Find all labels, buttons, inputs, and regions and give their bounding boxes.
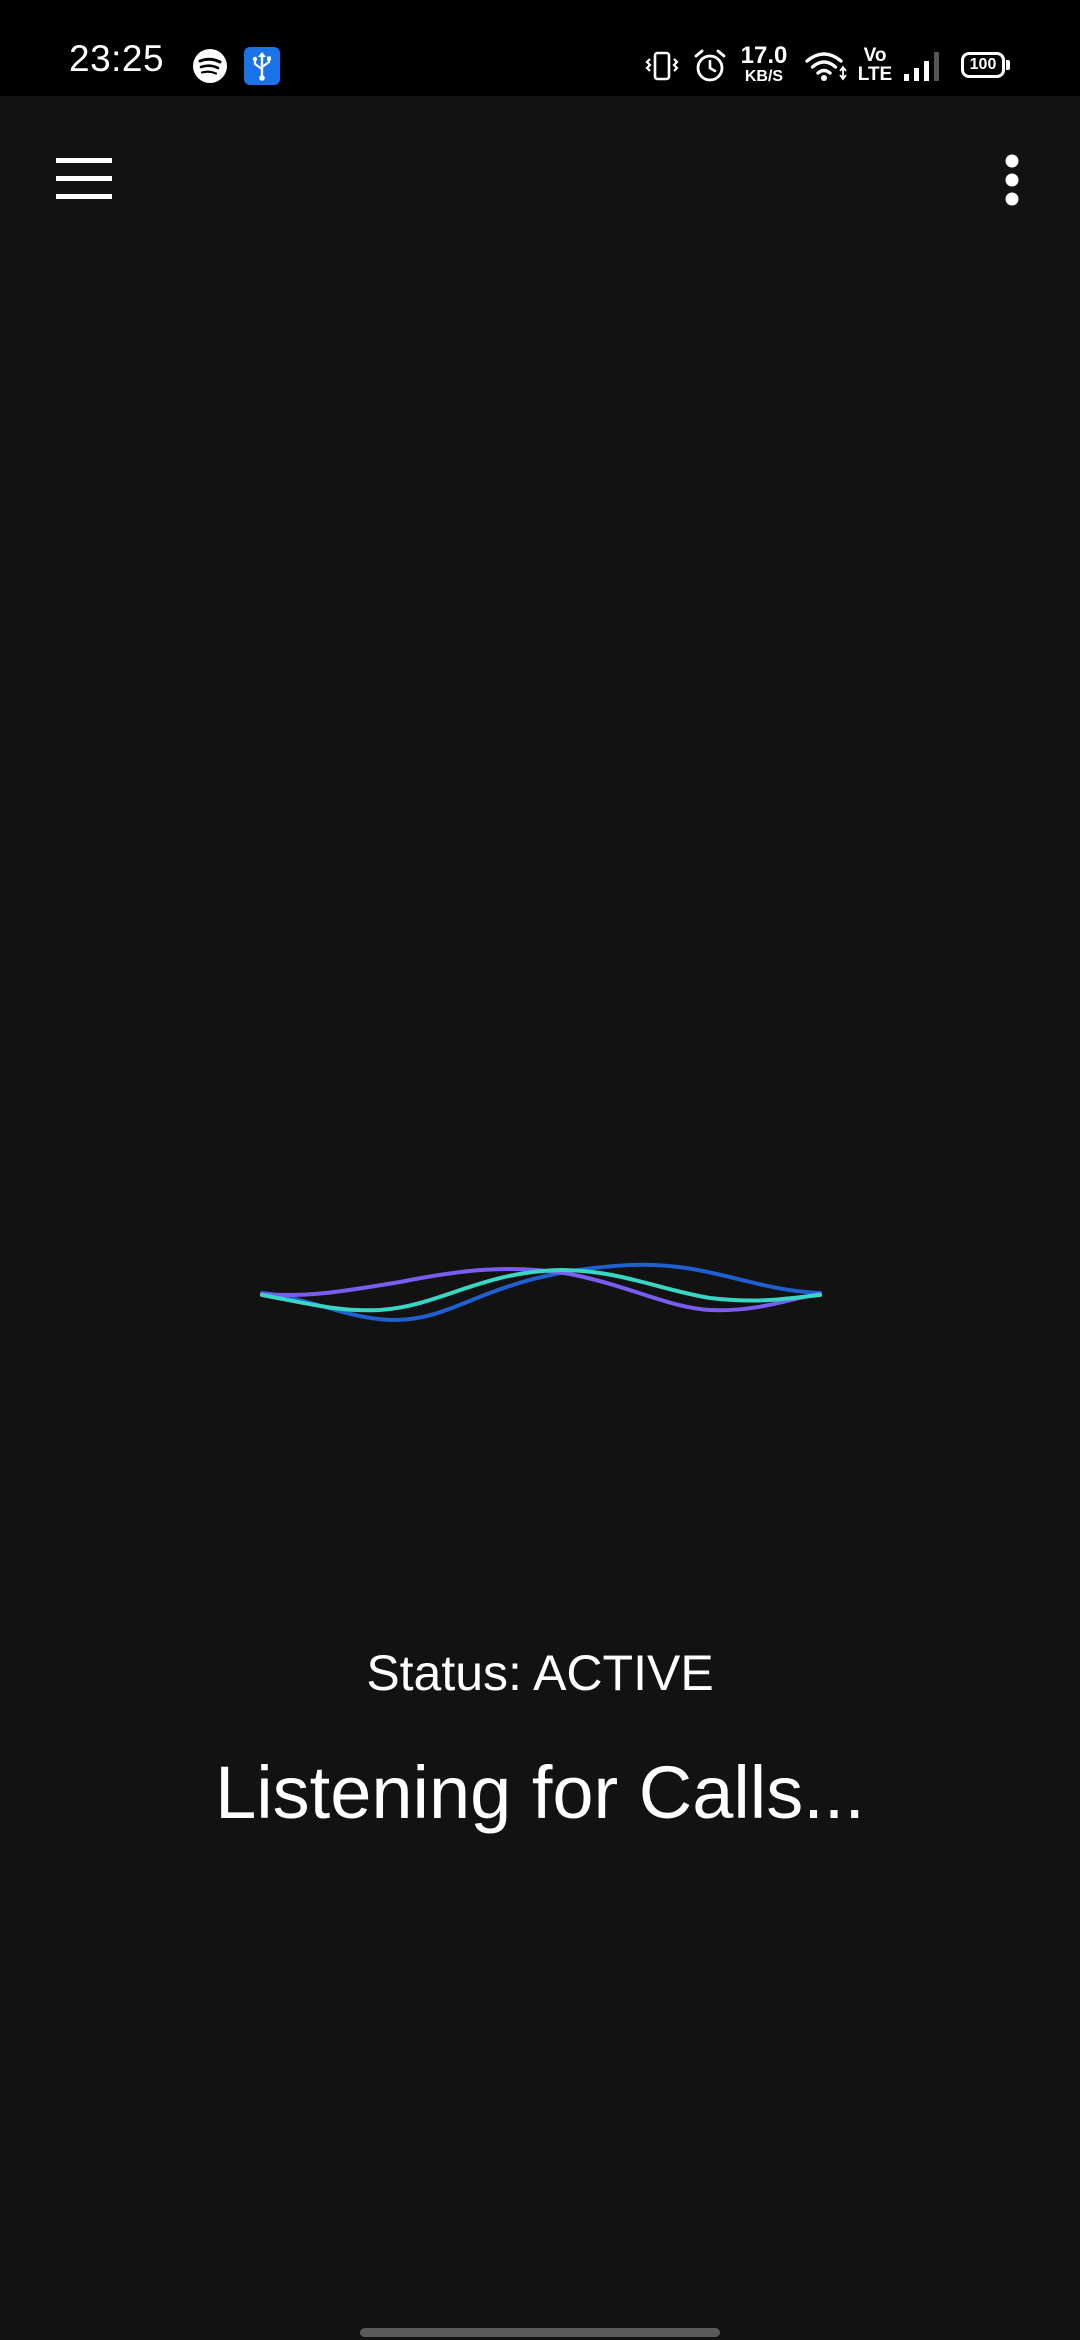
alarm-icon [694, 49, 726, 82]
spotify-icon [193, 49, 227, 83]
status-bar: 23:25 17.0 KB/S Vo LTE 100 [0, 0, 1080, 96]
battery-tip [1006, 60, 1010, 70]
network-speed-unit: KB/S [744, 68, 784, 85]
voice-waveform [260, 1262, 822, 1323]
network-speed-value: 17.0 [740, 42, 788, 69]
more-vertical-icon [1005, 154, 1019, 206]
battery-icon: 100 [961, 52, 1005, 78]
usb-debugging-icon [244, 47, 280, 85]
vibrate-icon [645, 51, 679, 81]
volte-top: Vo [863, 45, 887, 66]
battery-level: 100 [969, 56, 997, 73]
listening-message: Listening for Calls... [215, 1751, 865, 1834]
volte-icon: Vo LTE [856, 46, 894, 84]
volte-bottom: LTE [857, 64, 893, 85]
menu-button[interactable] [40, 140, 128, 220]
home-indicator[interactable] [360, 2328, 720, 2337]
overflow-menu-button[interactable] [984, 140, 1044, 220]
wifi-icon [805, 52, 847, 81]
network-speed: 17.0 KB/S [736, 44, 792, 85]
signal-icon [904, 52, 939, 81]
status-label: Status: ACTIVE [366, 1645, 714, 1701]
hamburger-menu-icon [56, 158, 112, 199]
status-time: 23:25 [69, 38, 165, 79]
